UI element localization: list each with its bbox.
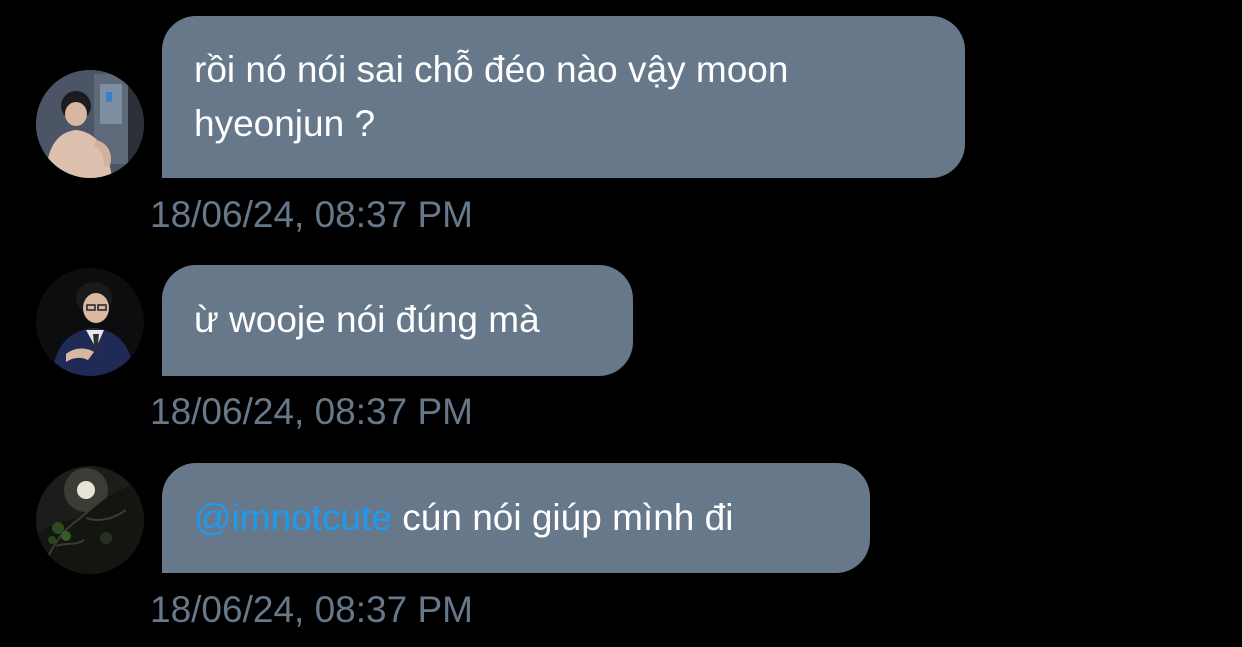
message-3: @imnotcute cún nói giúp mình đi 18/06/24… xyxy=(0,448,1242,647)
user-avatar-icon[interactable] xyxy=(36,70,144,178)
message-timestamp: 18/06/24, 08:37 PM xyxy=(150,391,473,432)
message-1: rồi nó nói sai chỗ đéo nào vậy moon hyeo… xyxy=(0,0,1242,245)
user-mention-link[interactable]: @imnotcute xyxy=(194,497,392,538)
message-2: ừ wooje nói đúng mà 18/06/24, 08:37 PM xyxy=(0,250,1242,440)
avatar-photo-night-tree xyxy=(36,466,144,574)
user-avatar-icon[interactable] xyxy=(36,466,144,574)
message-bubble[interactable]: rồi nó nói sai chỗ đéo nào vậy moon hyeo… xyxy=(162,16,965,178)
message-bubble[interactable]: ừ wooje nói đúng mà xyxy=(162,265,633,376)
message-timestamp: 18/06/24, 08:37 PM xyxy=(150,194,473,235)
message-text-line-1: rồi nó nói sai chỗ đéo nào vậy moon xyxy=(194,49,789,90)
message-text: ừ wooje nói đúng mà xyxy=(194,299,540,340)
avatar-photo-indoor xyxy=(36,70,144,178)
message-bubble[interactable]: @imnotcute cún nói giúp mình đi xyxy=(162,463,870,573)
message-text-line: @imnotcute cún nói giúp mình đi xyxy=(194,491,838,545)
message-text-line-2: hyeonjun ? xyxy=(194,103,376,144)
message-text: cún nói giúp mình đi xyxy=(391,497,734,538)
message-timestamp: 18/06/24, 08:37 PM xyxy=(150,589,473,630)
user-avatar-icon[interactable] xyxy=(36,268,144,376)
avatar-photo-suit xyxy=(36,268,144,376)
